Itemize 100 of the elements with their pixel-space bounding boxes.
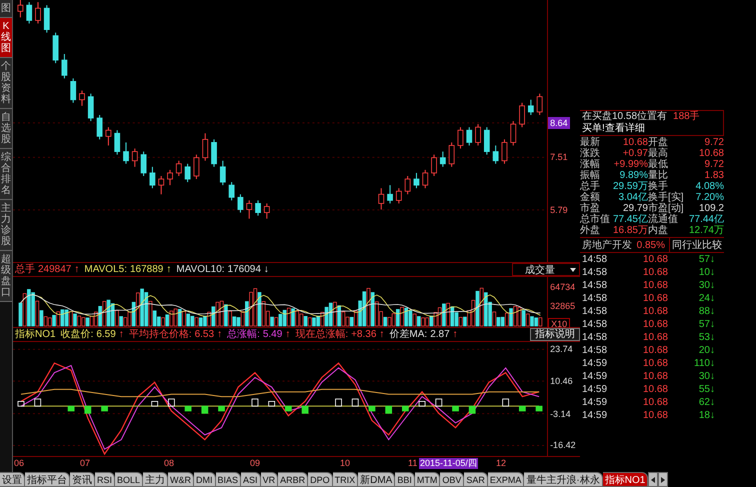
tick-volume: 10 [698,267,710,278]
quote-value: 109.2 [698,203,724,214]
tick-volume: 24 [698,293,710,304]
candlestick [238,194,244,214]
sidebar-tab[interactable]: 超级盘口 [0,251,12,302]
tick-volume: 30 [698,280,710,291]
bar [352,398,359,407]
bar [101,406,108,412]
indicator-tab[interactable]: TRIX [332,472,358,487]
sidebar-tab[interactable]: 图 [0,0,12,18]
right-triangle-icon [661,476,666,482]
quote-label: 换手 [648,181,669,192]
sidebar-tab[interactable]: 主力诊股 [0,200,12,251]
date-axis-label: 08 [163,458,176,469]
tick-time: 14:59 [581,371,608,382]
indicator-tab[interactable]: SAR [464,472,488,487]
indicator-axis-label: 23.74 [549,343,574,356]
candlestick [123,142,129,164]
trend-arrow: ↑ [74,264,80,274]
quote-label: 振幅 [580,170,601,181]
indicator-help-button[interactable]: 指标说明 [530,328,580,341]
bar [402,406,409,412]
quote-label: 总市值 [580,214,610,225]
indicator-tab[interactable]: DMI [194,472,216,487]
quote-label: 涨幅 [580,159,601,170]
indicator-tab[interactable]: VR [260,472,278,487]
indicator-tab[interactable]: BBI [395,472,415,487]
candlestick [404,175,411,195]
sidebar-tab[interactable]: 自选股 [0,109,12,149]
tick-price: 10.68 [642,345,668,356]
quote-label: 总手 [580,181,601,192]
indicator-tab[interactable]: DPO [308,472,333,487]
candlestick [132,148,138,168]
indicator-tab[interactable]: MTM [414,472,440,487]
indicator-tab[interactable]: 指标NO1 [602,472,648,487]
stat-label: MAVOL10: [176,264,225,275]
quote-label: 换手[实] [648,192,684,203]
industry-name: 房地产开发 [581,238,632,252]
candlestick [246,200,252,220]
indicator-tab[interactable]: RSI [95,472,116,487]
volume-axis-label: 32865 [549,300,576,312]
indicator-tab[interactable]: EXPMA [488,472,524,487]
trend-arrow: ↓ [710,384,716,394]
indicator-tab[interactable]: OBV [440,472,464,487]
indicator-tab[interactable]: ASI [241,472,261,487]
industry-change: 0.85% [636,240,666,250]
candlestick [519,102,525,128]
bar [151,400,158,407]
indicator-tab[interactable]: 设置 [0,472,25,487]
indicator-tab[interactable]: 指标平台 [25,472,70,487]
date-axis-label: 10 [339,458,352,469]
tick-time: 14:58 [581,280,608,291]
stat-value: +8.36 [351,329,376,340]
trend-arrow: ↓ [710,346,716,356]
stat-value: 5.49 [262,329,282,340]
tick-volume: 20 [698,345,710,356]
tick-volume: 88 [698,306,710,317]
candlestick [79,90,85,106]
trend-arrow: ↓ [710,268,716,278]
scroll-left-button[interactable] [648,472,658,487]
indicator-tab[interactable]: 量牛主升浪·林永 [524,472,603,487]
industry-compare-button[interactable]: 同行业比较 [669,238,724,252]
tick-time: 14:58 [581,345,608,356]
sidebar-tab[interactable]: 个股资料 [0,58,12,109]
tick-price: 10.68 [642,254,668,265]
trend-arrow: ↑ [118,330,124,340]
scroll-right-button[interactable] [658,472,668,487]
order-detail-link[interactable]: 买单!查看详细 [582,123,645,135]
indicator-tab[interactable]: 主力 [143,472,168,487]
tick-time: 14:59 [581,410,608,421]
bar [84,406,92,414]
trend-arrow: ↓ [710,320,716,330]
quote-label: 内盘 [648,225,669,236]
trend-arrow: ↑ [217,330,222,340]
candlestick [536,93,543,116]
date-axis-label: 09 [249,458,262,469]
sidebar-tab[interactable]: 综合排名 [0,149,12,200]
quote-value: 10.68 [622,137,648,148]
indicator-tab[interactable]: ARBR [278,472,308,487]
tick-price: 10.68 [642,306,668,317]
stat-value: 2.87 [430,329,450,340]
tick-volume: 110 [693,358,710,369]
tick-price: 10.68 [642,280,668,291]
tick-price: 10.68 [642,267,668,278]
candlestick [88,93,94,122]
tick-volume: 55 [698,384,710,395]
sidebar-tab[interactable]: K线图 [0,18,12,58]
indicator-tab[interactable]: BOLL [115,472,144,487]
indicator-tab[interactable]: W&R [168,472,194,487]
bar [268,400,276,407]
indicator-dropdown[interactable]: 成交量 [512,263,580,276]
quote-label: 量比 [648,170,669,181]
indicator-tab[interactable]: BIAS [216,472,242,487]
indicator-tab[interactable]: 资讯 [70,472,95,487]
indicator-tab[interactable]: 新DMA [358,472,396,487]
stat-label: MAVOL5: [84,264,127,275]
bar [502,398,510,407]
date-axis-label: 07 [79,458,92,469]
quote-value: 77.44亿 [688,214,724,225]
candlestick [448,142,455,168]
